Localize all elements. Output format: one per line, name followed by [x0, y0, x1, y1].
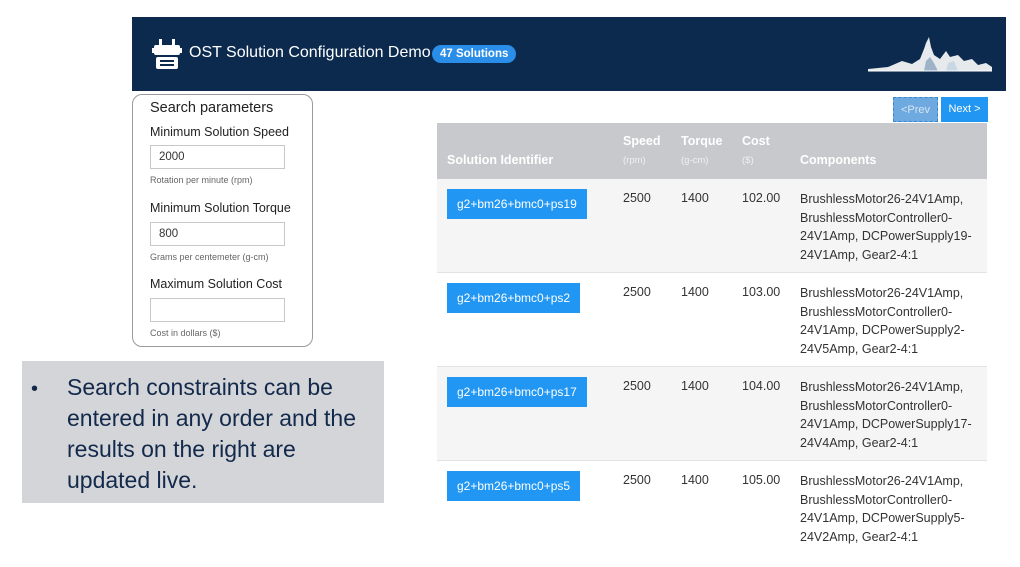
cost-cell: 102.00	[742, 191, 781, 205]
app-header: OST Solution Configuration Demo 47 Solut…	[132, 17, 1006, 91]
min-torque-input[interactable]	[150, 222, 285, 246]
col-speed: Speed	[623, 134, 661, 148]
min-torque-label: Minimum Solution Torque	[150, 201, 291, 215]
solution-id-button[interactable]: g2+bm26+bmc0+ps17	[447, 377, 587, 407]
col-torque-unit: (g-cm)	[681, 155, 709, 166]
bullet-point: •	[31, 378, 39, 400]
search-parameters-heading: Search parameters	[150, 100, 274, 116]
col-cost: Cost	[742, 134, 770, 148]
cost-cell: 105.00	[742, 473, 781, 487]
col-speed-unit: (rpm)	[623, 155, 646, 166]
table-row: g2+bm26+bmc0+ps19 2500 1400 102.00 Brush…	[437, 179, 987, 273]
table-row: g2+bm26+bmc0+ps5 2500 1400 105.00 Brushl…	[437, 461, 987, 555]
speed-cell: 2500	[623, 473, 651, 487]
solution-id-button[interactable]: g2+bm26+bmc0+ps19	[447, 189, 587, 219]
components-cell: BrushlessMotor26-24V1Amp, BrushlessMotor…	[800, 286, 965, 356]
col-solution-identifier: Solution Identifier	[447, 153, 554, 167]
max-cost-input[interactable]	[150, 298, 285, 322]
col-torque: Torque	[681, 134, 723, 148]
col-cost-unit: ($)	[742, 155, 754, 166]
speed-cell: 2500	[623, 191, 651, 205]
speed-cell: 2500	[623, 285, 651, 299]
solution-id-button[interactable]: g2+bm26+bmc0+ps2	[447, 283, 581, 313]
torque-cell: 1400	[681, 473, 709, 487]
table-row: g2+bm26+bmc0+ps2 2500 1400 103.00 Brushl…	[437, 273, 987, 367]
solution-id-button[interactable]: g2+bm26+bmc0+ps5	[447, 471, 581, 501]
max-cost-help: Cost in dollars ($)	[150, 328, 221, 338]
components-cell: BrushlessMotor26-24V1Amp, BrushlessMotor…	[800, 192, 972, 262]
robot-icon	[152, 39, 182, 69]
min-speed-label: Minimum Solution Speed	[150, 125, 289, 139]
solutions-count-badge: 47 Solutions	[432, 45, 517, 63]
app-title: OST Solution Configuration Demo	[189, 44, 431, 61]
components-cell: BrushlessMotor26-24V1Amp, BrushlessMotor…	[800, 380, 972, 450]
torque-cell: 1400	[681, 285, 709, 299]
torque-cell: 1400	[681, 191, 709, 205]
results-table-header: Solution Identifier Speed (rpm) Torque (…	[437, 123, 987, 179]
next-page-button[interactable]: Next >	[941, 97, 988, 122]
cost-cell: 104.00	[742, 379, 781, 393]
max-cost-label: Maximum Solution Cost	[150, 277, 282, 291]
speed-cell: 2500	[623, 379, 651, 393]
components-cell: BrushlessMotor26-24V1Amp, BrushlessMotor…	[800, 474, 965, 544]
torque-cell: 1400	[681, 379, 709, 393]
min-torque-help: Grams per centemeter (g-cm)	[150, 252, 269, 262]
callout-box: • Search constraints can be entered in a…	[22, 361, 384, 503]
min-speed-help: Rotation per minute (rpm)	[150, 175, 253, 185]
col-components: Components	[800, 153, 877, 167]
prev-page-button[interactable]: <Prev	[893, 97, 938, 122]
table-row: g2+bm26+bmc0+ps17 2500 1400 104.00 Brush…	[437, 367, 987, 461]
search-parameters-panel: Search parameters Minimum Solution Speed…	[132, 94, 313, 347]
min-speed-input[interactable]	[150, 145, 285, 169]
cost-cell: 103.00	[742, 285, 781, 299]
skyline-icon	[868, 37, 992, 72]
callout-text: Search constraints can be entered in any…	[67, 374, 356, 493]
